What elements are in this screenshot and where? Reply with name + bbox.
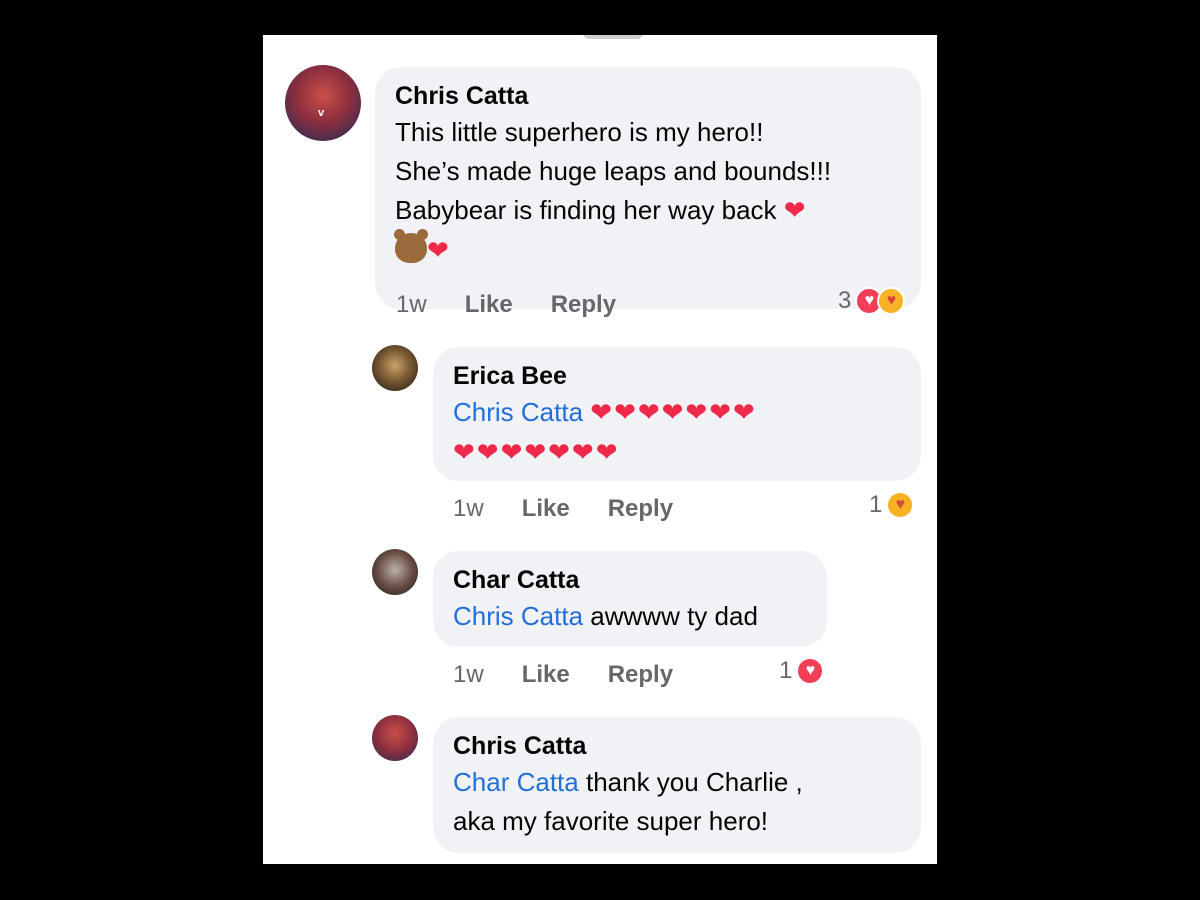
avatar[interactable]: v (285, 65, 361, 141)
comment-text: Chris Catta ❤❤❤❤❤❤❤ ❤❤❤❤❤❤❤ (453, 393, 901, 473)
reaction-count: 1 (779, 657, 793, 684)
care-reaction-icon: ♥ (886, 491, 915, 519)
love-reaction-icon: ♥ (796, 657, 825, 685)
comment-author[interactable]: Chris Catta (453, 729, 901, 763)
reply-button[interactable]: Reply (608, 495, 673, 523)
comment-actions: 1w Like Reply (453, 495, 711, 523)
red-heart-icon: ❤❤❤❤❤❤❤ (590, 398, 757, 428)
comment-text: This little superhero is my hero!! She’s… (394, 117, 832, 266)
comment-author[interactable]: Erica Bee (453, 359, 901, 393)
reaction-summary[interactable]: 1 ♥ (779, 657, 825, 685)
bear-face-icon (394, 229, 428, 263)
comment-time[interactable]: 1w (453, 661, 484, 689)
care-reaction-icon: ♥ (877, 287, 906, 315)
avatar[interactable] (372, 345, 418, 391)
reaction-summary[interactable]: 1 ♥ (869, 491, 915, 519)
reaction-summary[interactable]: 3 ♥ ♥ (838, 287, 906, 315)
mention-link[interactable]: Char Catta (453, 767, 579, 797)
comment-bubble: Chris Catta Char Catta thank you Charlie… (433, 717, 921, 853)
mention-link[interactable]: Chris Catta (453, 601, 583, 631)
comment-author[interactable]: Chris Catta (395, 79, 901, 113)
reaction-count: 1 (869, 491, 883, 518)
comment-time[interactable]: 1w (453, 495, 484, 523)
comment-bubble: Char Catta Chris Catta awwww ty dad (433, 551, 827, 647)
like-button[interactable]: Like (522, 661, 570, 689)
red-heart-icon: ❤ (783, 196, 806, 226)
avatar[interactable] (372, 549, 418, 595)
red-heart-icon: ❤❤❤❤❤❤❤ (453, 438, 620, 468)
cropped-top-content (583, 35, 643, 39)
like-button[interactable]: Like (522, 495, 570, 523)
comment-text: Char Catta thank you Charlie , aka my fa… (453, 767, 803, 836)
reaction-count: 3 (838, 287, 852, 314)
comments-panel: v Chris Catta This little superhero is m… (263, 35, 937, 864)
mention-link[interactable]: Chris Catta (453, 397, 583, 427)
like-button[interactable]: Like (465, 291, 513, 319)
reply-button[interactable]: Reply (608, 661, 673, 689)
comment-actions: 1w Like Reply (396, 291, 654, 319)
comment-bubble: Erica Bee Chris Catta ❤❤❤❤❤❤❤ ❤❤❤❤❤❤❤ (433, 347, 921, 481)
comment-actions: 1w Like Reply (453, 661, 711, 689)
reply-button[interactable]: Reply (551, 291, 616, 319)
comment-text: Chris Catta awwww ty dad (453, 601, 758, 631)
red-heart-icon: ❤ (427, 236, 449, 266)
comment-author[interactable]: Char Catta (453, 563, 807, 597)
avatar[interactable] (372, 715, 418, 761)
comment-time[interactable]: 1w (396, 291, 427, 319)
comment-bubble: Chris Catta This little superhero is my … (375, 67, 921, 309)
